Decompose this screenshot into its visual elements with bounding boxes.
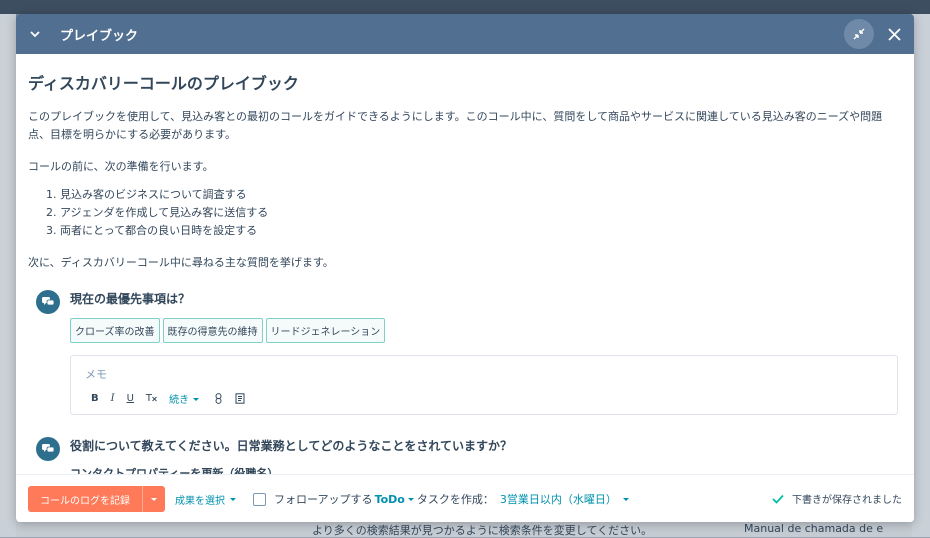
question-chat-icon <box>36 290 60 314</box>
followup-type-dropdown[interactable]: ToDo <box>375 493 415 506</box>
outcome-label: 成果を選択 <box>175 495 225 507</box>
more-options-label: 続き <box>169 395 190 406</box>
followup-type-label: ToDo <box>374 492 405 506</box>
followup-label: フォローアップする <box>274 493 373 506</box>
question-chat-icon <box>36 437 60 461</box>
collapse-chevron-icon[interactable] <box>28 27 42 41</box>
save-status-text: 下書きが保存されました <box>792 495 902 506</box>
caret-down-icon <box>407 498 414 501</box>
caret-down-icon <box>622 498 629 501</box>
list-item: 3. 両者にとって都合の良い日時を設定する <box>46 224 258 237</box>
link-icon[interactable] <box>214 393 223 404</box>
italic-button[interactable]: I <box>111 393 115 404</box>
background-playbook-link: Manual de chamada de e <box>744 522 884 535</box>
prep-lead: コールの前に、次の準備を行います。 <box>28 160 214 173</box>
log-call-button[interactable]: コールのログを記録 <box>28 486 165 512</box>
minimize-icon[interactable] <box>844 19 874 49</box>
log-call-label: コールのログを記録 <box>40 495 130 507</box>
log-call-dropdown-icon[interactable] <box>142 486 165 512</box>
task-label: タスクを作成： <box>416 493 494 506</box>
answer-tag[interactable]: 既存の得意先の維持 <box>162 318 263 343</box>
modal-body[interactable]: ディスカバリーコールのプレイブック このプレイブックを使用して、見込み客との最初… <box>16 54 914 474</box>
answer-tag[interactable]: クローズ率の改善 <box>70 318 160 343</box>
question-title: 現在の最優先事項は？ <box>70 292 191 306</box>
more-options-button[interactable]: 続き <box>169 391 200 406</box>
snippet-icon[interactable] <box>235 393 245 404</box>
rich-text-toolbar: B I U T 続き <box>91 391 257 406</box>
background-search-hint: より多くの検索結果が見つかるように検索条件を変更してください。 <box>312 524 653 537</box>
answer-tags: クローズ率の改善 既存の得意先の維持 リードジェネレーション <box>70 318 902 343</box>
background-right-panel <box>912 14 930 537</box>
outcome-dropdown[interactable]: 成果を選択 <box>175 492 237 507</box>
questions-lead: 次に、ディスカバリーコール中に尋ねる主な質問を挙げます。 <box>28 256 334 269</box>
property-update-label: コンタクトプロパティーを更新（役職名） <box>70 467 279 474</box>
followup-checkbox[interactable] <box>253 492 266 506</box>
task-due-dropdown[interactable]: 3営業日以内（水曜日） <box>500 491 630 507</box>
playbook-modal: プレイブック ディスカバリーコールのプレイブック このプレイブックを使用して、見… <box>16 14 914 522</box>
question-block: 現在の最優先事項は？ クローズ率の改善 既存の得意先の維持 リードジェネレーショ… <box>28 290 902 415</box>
question-title: 役割について教えてください。日常業務としてどのようなことをされていますか？ <box>70 439 512 453</box>
modal-header: プレイブック <box>16 14 914 54</box>
save-status: 下書きが保存されました <box>772 491 902 506</box>
list-item: 1. 見込み客のビジネスについて調査する <box>46 188 247 201</box>
memo-editor[interactable]: メモ B I U T 続き <box>70 355 898 415</box>
prep-steps: 1. 見込み客のビジネスについて調査する 2. アジェンダを作成して見込み客に送… <box>28 186 902 240</box>
modal-footer: コールのログを記録 成果を選択 フォローアップする ToDo タスクを作成： 3… <box>16 474 914 522</box>
underline-button[interactable]: U <box>127 393 134 404</box>
clear-format-button[interactable]: T <box>146 393 157 404</box>
background-left-panel <box>0 14 16 537</box>
close-icon[interactable] <box>884 24 904 44</box>
bold-button[interactable]: B <box>91 393 99 404</box>
caret-down-icon <box>193 397 200 401</box>
answer-tag[interactable]: リードジェネレーション <box>265 318 386 343</box>
modal-title: プレイブック <box>60 28 139 44</box>
caret-down-icon <box>230 498 236 501</box>
clear-format-x-icon <box>152 396 157 401</box>
memo-placeholder: メモ <box>85 368 107 381</box>
list-item: 2. アジェンダを作成して見込み客に送信する <box>46 206 269 219</box>
playbook-title: ディスカバリーコールのプレイブック <box>28 74 299 93</box>
app-top-bar <box>0 0 930 14</box>
checkmark-icon <box>772 494 784 504</box>
playbook-intro: このプレイブックを使用して、見込み客との最初のコールをガイドできるようにします。… <box>28 110 883 141</box>
question-block: 役割について教えてください。日常業務としてどのようなことをされていますか？ コン… <box>28 437 902 474</box>
task-due-label: 3営業日以内（水曜日） <box>499 493 617 506</box>
